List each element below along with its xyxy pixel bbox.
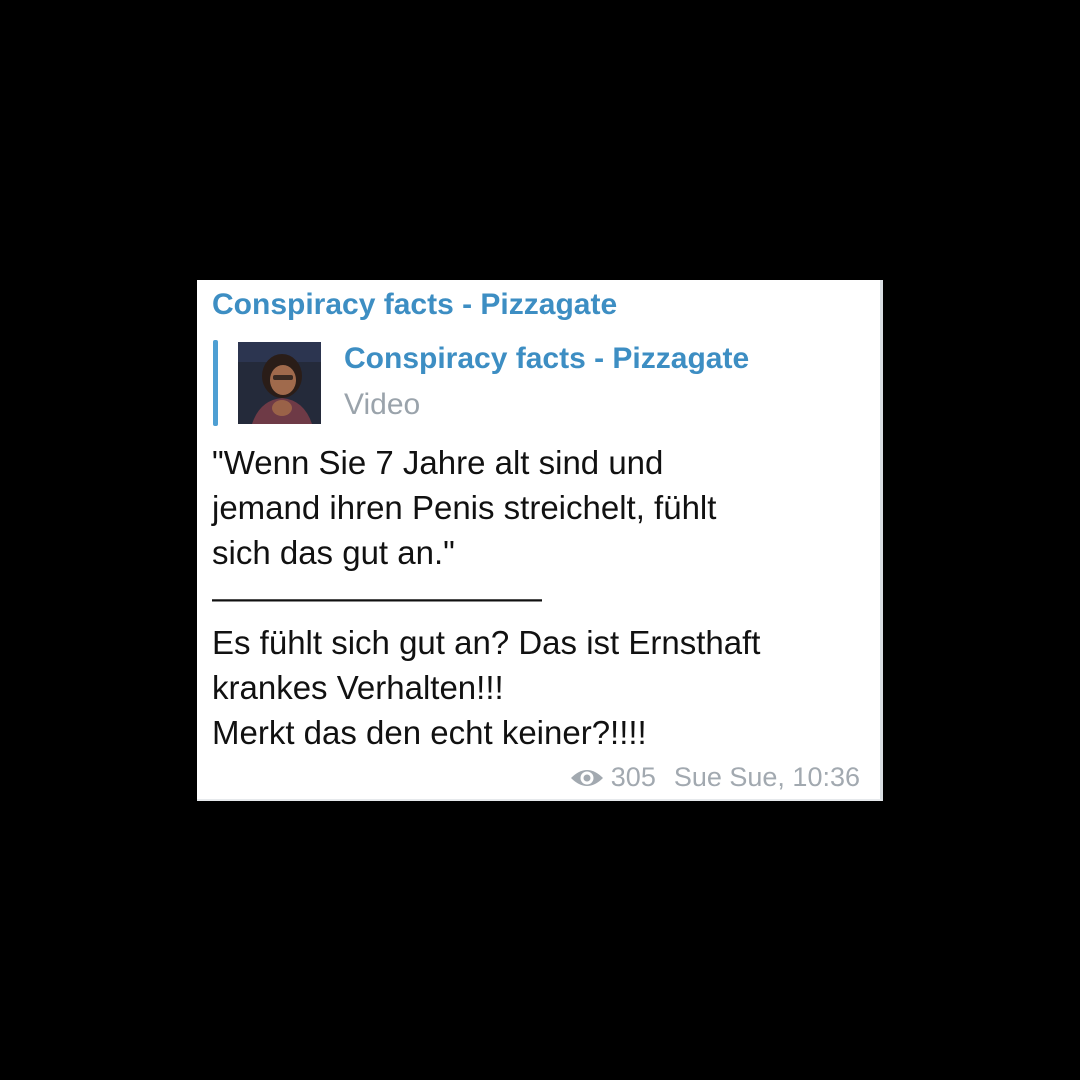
- forwarded-media-type: Video: [344, 388, 421, 421]
- message-line: sich das gut an.": [212, 534, 455, 571]
- video-thumbnail[interactable]: [238, 342, 321, 424]
- thumbnail-image: [238, 342, 321, 424]
- message-line: Merkt das den echt keiner?!!!!: [212, 714, 647, 751]
- message-meta: 305 Sue Sue, 10:36: [569, 762, 860, 793]
- message-line: Es fühlt sich gut an? Das ist Ernsthaft: [212, 624, 761, 661]
- message-bubble[interactable]: Conspiracy facts - Pizzagate Conspiracy …: [197, 280, 883, 801]
- forwarded-channel-title: Conspiracy facts - Pizzagate: [344, 342, 750, 375]
- message-line: "Wenn Sie 7 Jahre alt sind und: [212, 444, 664, 481]
- screen: Conspiracy facts - Pizzagate Conspiracy …: [0, 0, 1080, 1080]
- forwarded-video-preview[interactable]: Conspiracy facts - Pizzagate Video: [213, 340, 833, 426]
- message-line: jemand ihren Penis streichelt, fühlt: [212, 489, 717, 526]
- eye-icon: [569, 766, 605, 790]
- author-time: Sue Sue, 10:36: [673, 762, 860, 792]
- message-line: krankes Verhalten!!!: [212, 669, 504, 706]
- message-text: "Wenn Sie 7 Jahre alt sind und jemand ih…: [212, 440, 862, 755]
- forward-accent-bar: [213, 340, 218, 426]
- channel-name[interactable]: Conspiracy facts - Pizzagate: [212, 288, 617, 322]
- message-divider-line: ——————————: [212, 579, 542, 616]
- view-count: 305: [610, 762, 656, 792]
